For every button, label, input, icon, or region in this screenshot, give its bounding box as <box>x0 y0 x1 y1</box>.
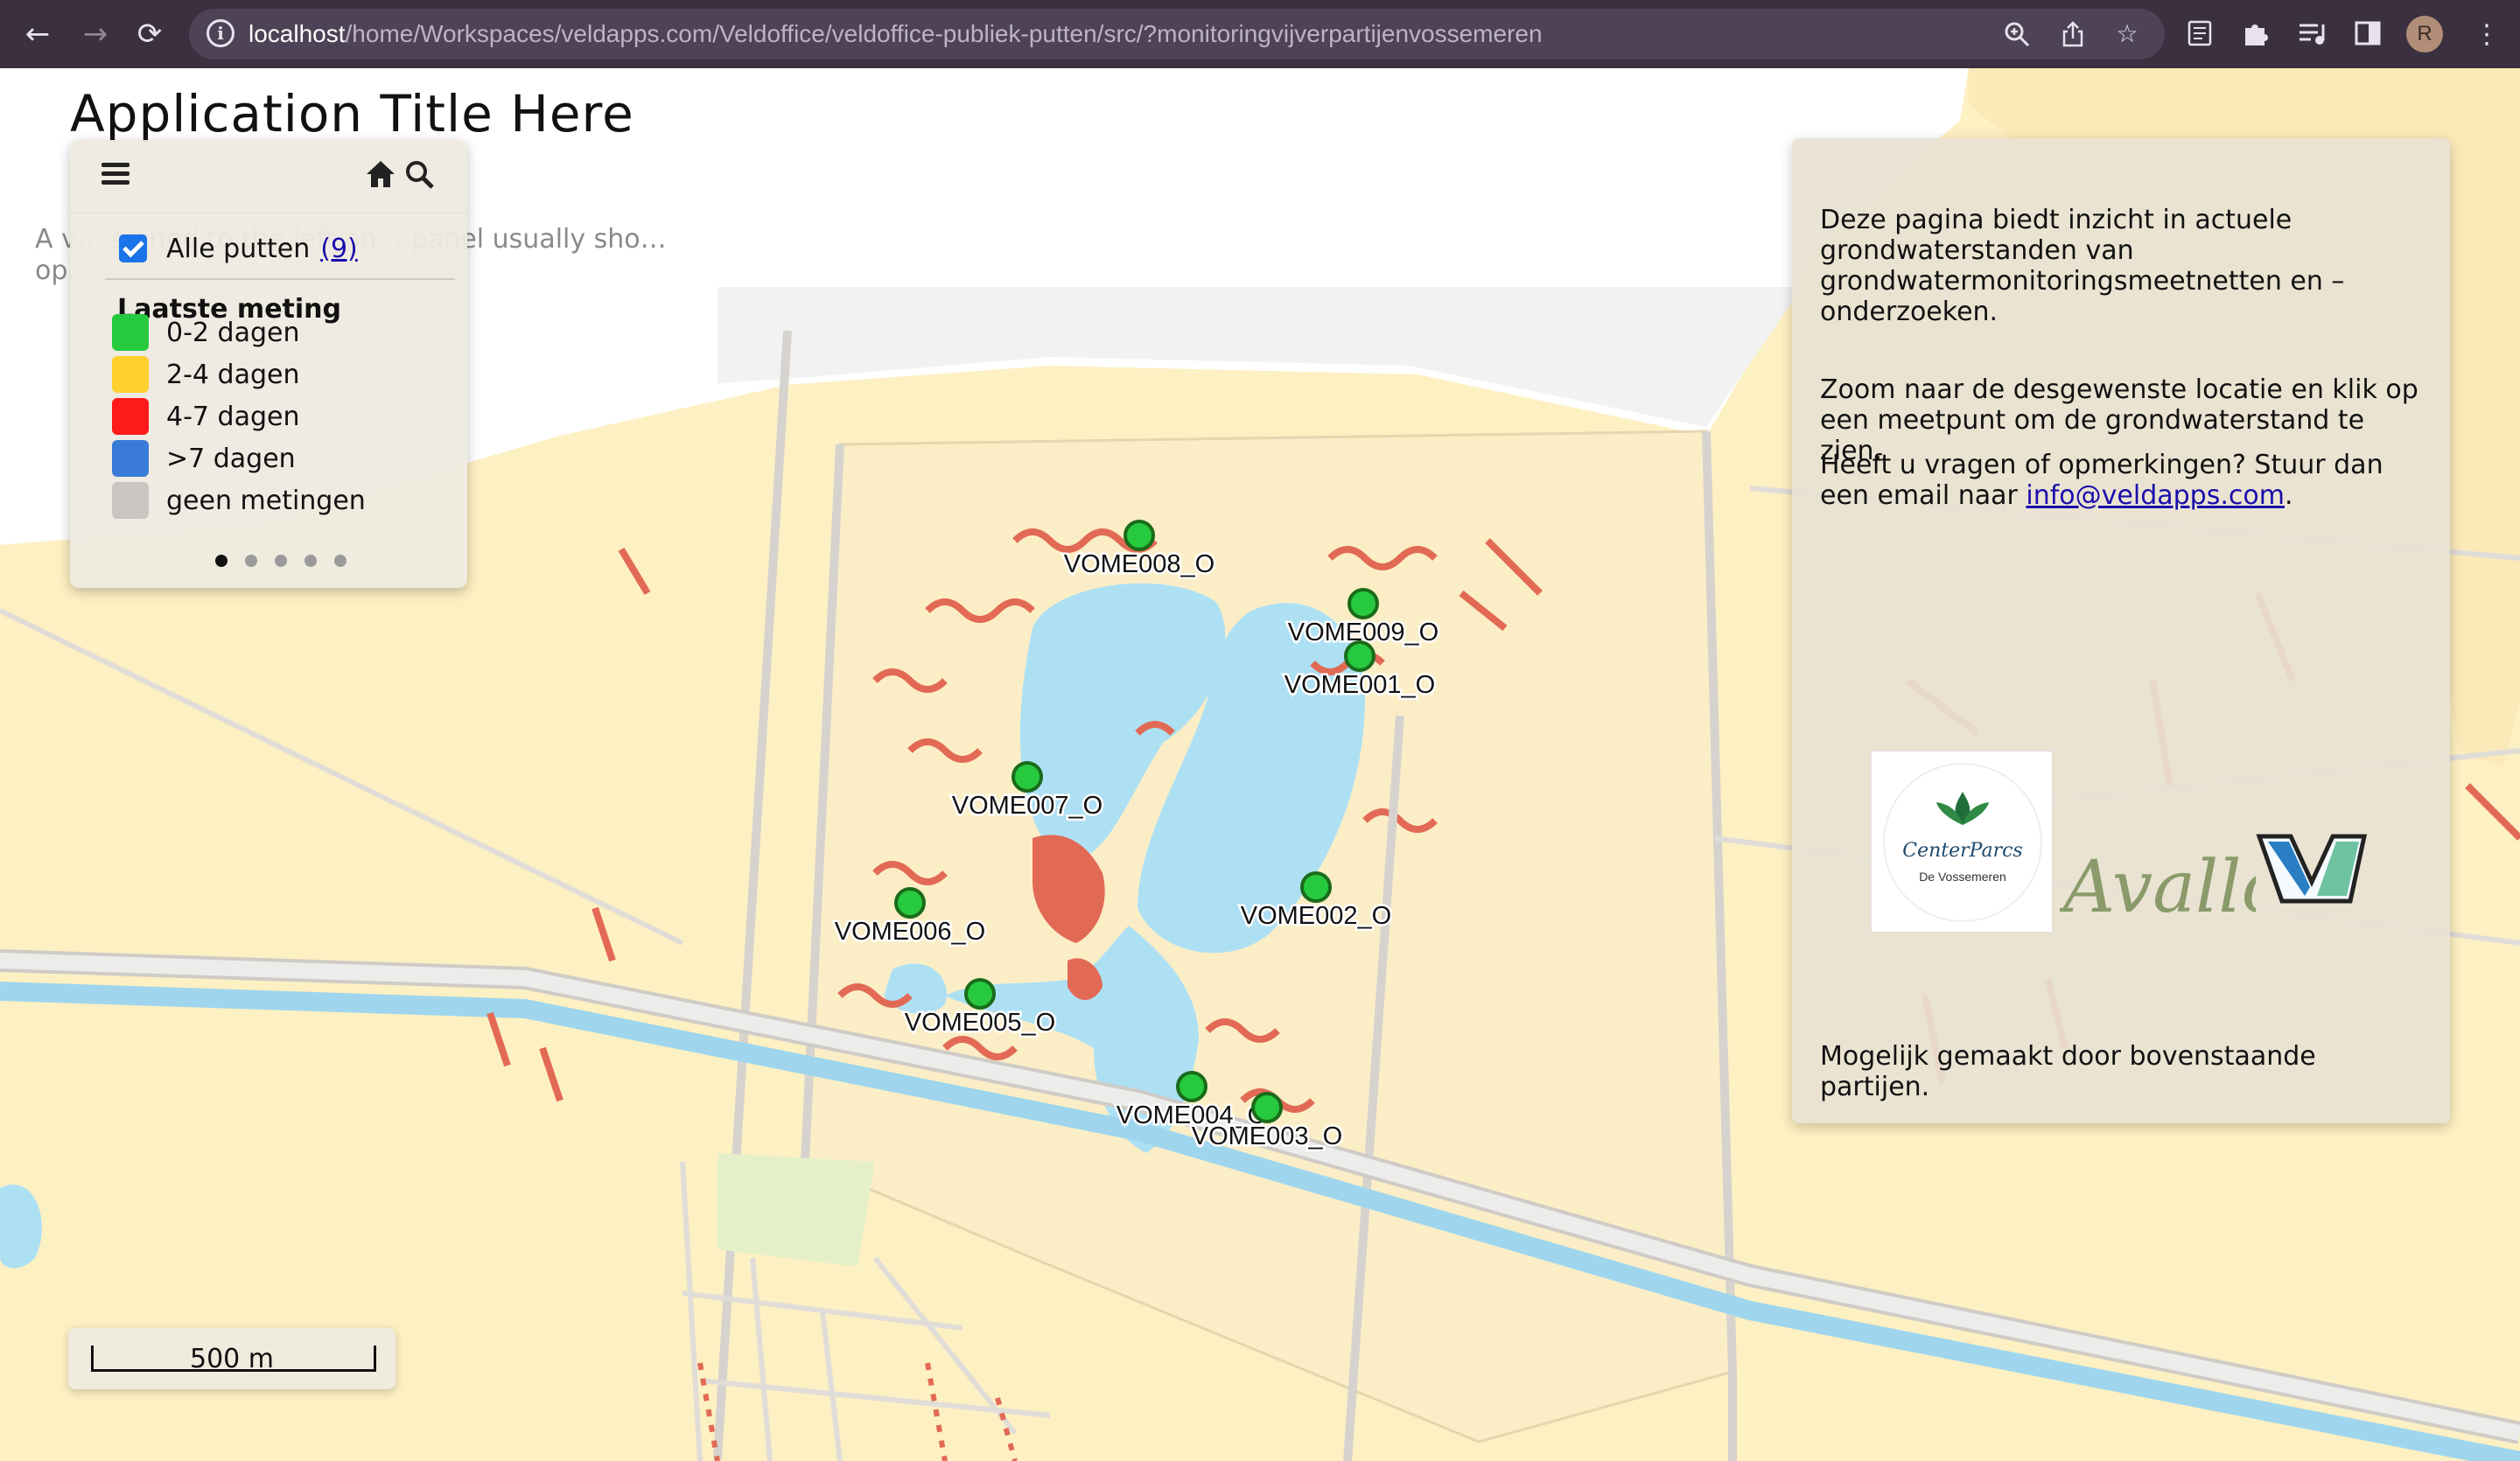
legend-pagination <box>215 555 364 567</box>
well-marker-dot[interactable] <box>1344 640 1376 672</box>
well-label: VOME005_O <box>905 1009 1055 1037</box>
well-marker[interactable]: VOME002_O <box>1238 871 1394 933</box>
legend-item: 2-4 dagen <box>112 355 299 394</box>
info-paragraph-3: Heeft u vragen of opmerkingen? Stuur dan… <box>1820 450 2432 511</box>
well-label: VOME003_O <box>1192 1122 1342 1150</box>
all-wells-count-link[interactable]: (9) <box>320 234 358 264</box>
all-wells-checkbox[interactable] <box>119 234 147 262</box>
well-marker[interactable]: VOME005_O <box>902 978 1058 1039</box>
all-wells-label: Alle putten <box>166 233 311 264</box>
legend-item-label: 4-7 dagen <box>166 401 300 432</box>
legend-divider <box>105 278 455 280</box>
url-host: localhost <box>248 20 346 47</box>
search-icon[interactable] <box>404 159 436 191</box>
reload-icon[interactable]: ⟳ <box>133 17 166 51</box>
reader-mode-icon[interactable] <box>2184 19 2216 51</box>
pagination-dot[interactable] <box>304 555 317 567</box>
legend-item-label: >7 dagen <box>166 443 296 474</box>
legend-swatch <box>112 440 149 477</box>
legend-swatch <box>112 314 149 351</box>
well-marker[interactable]: VOME008_O <box>1061 520 1217 581</box>
well-marker[interactable]: VOME001_O <box>1282 640 1438 702</box>
well-marker-dot[interactable] <box>1251 1092 1283 1123</box>
app-title: Application Title Here <box>70 84 634 143</box>
well-marker-dot[interactable] <box>1124 520 1155 551</box>
pagination-dot[interactable] <box>245 555 257 567</box>
profile-avatar[interactable]: R <box>2406 16 2443 52</box>
well-marker-dot[interactable] <box>894 887 926 919</box>
url-path: /home/Workspaces/veldapps.com/Veldoffice… <box>345 20 1543 47</box>
legend-item-label: 2-4 dagen <box>166 359 300 390</box>
scale-label: 500 m <box>189 1344 275 1374</box>
info-panel: Deze pagina biedt inzicht in actuele gro… <box>1792 138 2450 1123</box>
well-label: VOME001_O <box>1284 671 1435 699</box>
legend-toolbar <box>70 140 467 213</box>
avallo-logo: Avallo <box>2060 846 2256 929</box>
pagination-dot[interactable] <box>215 555 228 567</box>
well-label: VOME007_O <box>952 792 1102 820</box>
well-marker-dot[interactable] <box>1348 588 1379 619</box>
pagination-dot[interactable] <box>334 555 346 567</box>
legend-item: >7 dagen <box>112 439 296 478</box>
scale-line: 500 m <box>68 1328 396 1389</box>
info-contact-period: . <box>2284 480 2293 511</box>
all-wells-toggle[interactable]: Alle putten (9) <box>119 229 358 268</box>
legend-swatch <box>112 482 149 519</box>
legend-panel: Alle putten (9) Laatste meting 0-2 dagen… <box>70 140 467 588</box>
legend-item-label: 0-2 dagen <box>166 317 300 348</box>
well-marker-dot[interactable] <box>1176 1071 1208 1102</box>
legend-item-label: geen metingen <box>166 485 366 516</box>
well-marker-dot[interactable] <box>964 978 996 1010</box>
back-icon[interactable]: ← <box>21 17 54 51</box>
bookmark-star-icon[interactable]: ☆ <box>2114 21 2140 47</box>
legend-item: geen metingen <box>112 481 366 520</box>
hamburger-menu-icon[interactable] <box>102 163 130 187</box>
pagination-dot[interactable] <box>275 555 287 567</box>
legend-swatch <box>112 356 149 393</box>
avallo-wordmark: Avallo <box>2060 846 2256 929</box>
well-marker[interactable]: VOME009_O <box>1285 588 1441 649</box>
centerparcs-wordmark: CenterParcs <box>1902 840 2022 862</box>
extensions-puzzle-icon[interactable] <box>2240 19 2272 51</box>
media-queue-icon[interactable] <box>2296 19 2328 51</box>
browser-toolbar: ← → ⟳ i localhost/home/Workspaces/veldap… <box>0 0 2520 68</box>
info-footer: Mogelijk gemaakt door bovenstaande parti… <box>1820 1041 2316 1102</box>
url-text[interactable]: localhost/home/Workspaces/veldapps.com/V… <box>248 19 1543 49</box>
forward-icon[interactable]: → <box>79 17 112 51</box>
well-label: VOME008_O <box>1064 550 1214 578</box>
well-marker-dot[interactable] <box>1300 871 1332 903</box>
browser-menu-icon[interactable]: ⋮ <box>2471 19 2502 51</box>
legend-swatch <box>112 398 149 435</box>
zoom-icon[interactable] <box>2004 21 2030 47</box>
side-panel-icon[interactable] <box>2352 19 2384 51</box>
well-marker[interactable]: VOME006_O <box>832 887 988 948</box>
home-icon[interactable] <box>364 157 397 191</box>
share-icon[interactable] <box>2060 21 2086 47</box>
site-info-icon[interactable]: i <box>206 19 234 47</box>
address-bar[interactable]: i localhost/home/Workspaces/veldapps.com… <box>189 9 2165 59</box>
well-marker[interactable]: VOME007_O <box>949 761 1105 822</box>
legend-item: 4-7 dagen <box>112 397 299 436</box>
centerparcs-location: De Vossemeren <box>1919 870 2006 884</box>
legend-item: 0-2 dagen <box>112 313 299 352</box>
veldapps-logo <box>2256 834 2368 904</box>
well-marker[interactable]: VOME004_O <box>1114 1071 1270 1132</box>
centerparcs-logo: CenterParcs De Vossemeren <box>1871 751 2053 933</box>
info-paragraph-1: Deze pagina biedt inzicht in actuele gro… <box>1820 205 2345 327</box>
well-label: VOME006_O <box>835 918 985 946</box>
well-marker-dot[interactable] <box>1012 761 1043 793</box>
well-label: VOME002_O <box>1241 902 1391 930</box>
email-link[interactable]: info@veldapps.com <box>2026 480 2285 511</box>
